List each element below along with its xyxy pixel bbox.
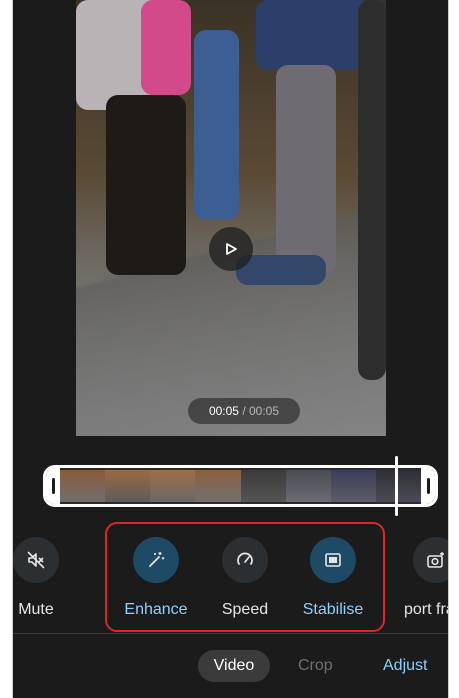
person-blue-jacket <box>256 0 371 70</box>
play-icon <box>226 243 237 255</box>
time-separator: / <box>238 404 249 418</box>
timeline-frame <box>105 470 151 502</box>
play-button[interactable] <box>209 227 253 271</box>
timeline-frame <box>60 470 106 502</box>
timeline-strip[interactable] <box>43 465 438 507</box>
playhead[interactable] <box>395 456 398 516</box>
trim-handle-end[interactable] <box>421 468 435 504</box>
timeline-thumbnails <box>60 470 421 502</box>
mute-tool[interactable]: Mute <box>13 537 79 619</box>
timeline-frame <box>285 470 331 502</box>
person-gray-pants <box>276 65 336 275</box>
timeline-frame <box>240 470 286 502</box>
person-jeans <box>194 30 239 220</box>
timeline-frame <box>150 470 196 502</box>
tab-video[interactable]: Video <box>198 650 270 682</box>
timeline-frame <box>330 470 376 502</box>
tab-adjust[interactable]: Adjust <box>383 650 427 682</box>
person-dark-pants <box>106 95 186 275</box>
duration: 00:05 <box>249 404 280 418</box>
mute-button[interactable] <box>13 537 59 583</box>
video-preview[interactable] <box>76 0 386 436</box>
video-editor: 00:05 / 00:05 Mute Enhance Speed Stabili… <box>12 0 449 698</box>
current-time: 00:05 <box>208 404 239 418</box>
tab-divider <box>13 633 448 634</box>
camera-add-icon <box>427 552 444 568</box>
export-frame-tool[interactable]: port fram <box>393 537 448 619</box>
stroller-edge <box>358 0 386 380</box>
trim-handle-start[interactable] <box>46 468 60 504</box>
timeline-frame <box>195 470 241 502</box>
person-pink-jacket <box>141 0 191 95</box>
volume-off-icon <box>27 551 45 569</box>
time-indicator: 00:05 / 00:05 <box>188 398 300 424</box>
export-frame-button[interactable] <box>413 537 448 583</box>
tab-crop[interactable]: Crop <box>298 650 333 682</box>
highlight-box <box>105 522 385 632</box>
export-frame-label: port fram <box>403 601 448 618</box>
timeline-frame <box>375 470 421 502</box>
mute-label: Mute <box>18 601 54 618</box>
